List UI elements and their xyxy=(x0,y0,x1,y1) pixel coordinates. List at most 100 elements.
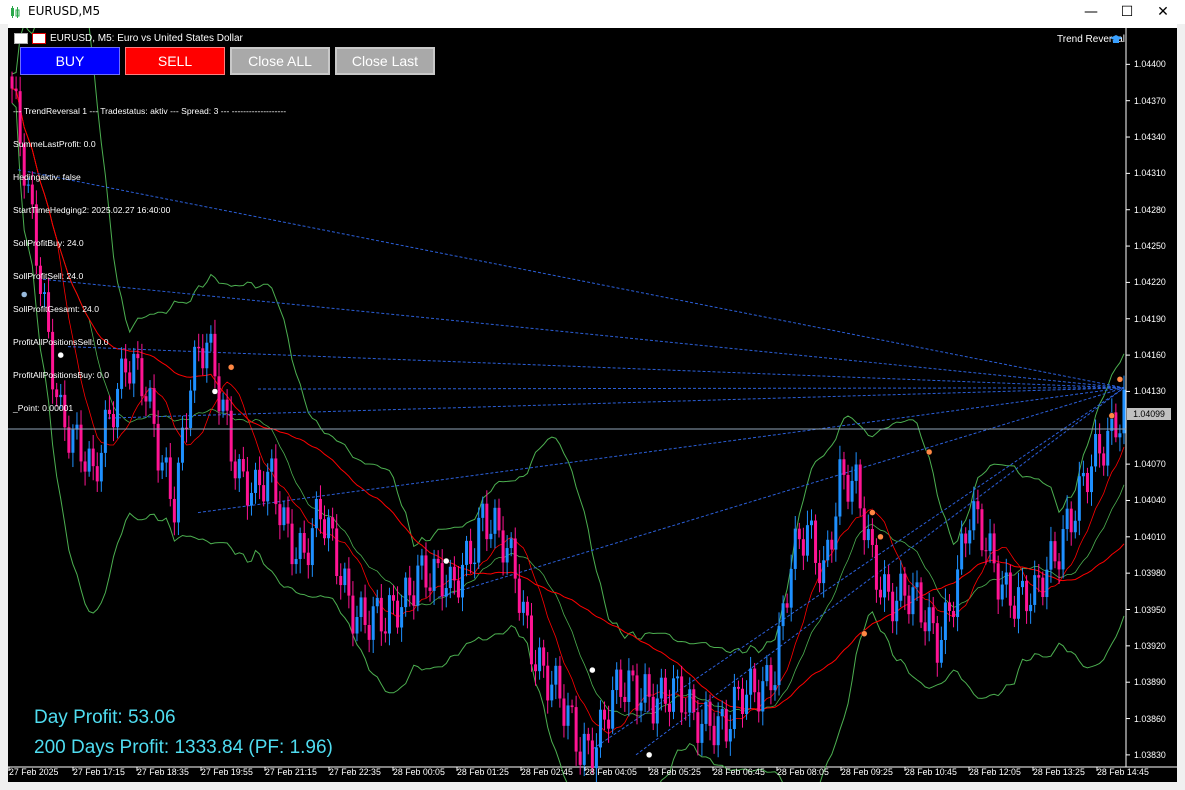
bull-candle xyxy=(866,529,870,541)
info-line: SollProfitBuy: 24.0 xyxy=(13,238,84,248)
bear-candle xyxy=(623,696,627,703)
bull-candle xyxy=(566,705,570,726)
bear-candle xyxy=(964,533,968,544)
price-chart[interactable]: EURUSD, M5: Euro vs United States Dollar… xyxy=(8,28,1177,782)
bear-candle xyxy=(318,498,322,520)
close-all-button[interactable]: Close ALL xyxy=(230,47,330,75)
bull-candle xyxy=(432,558,436,591)
bull-candle xyxy=(639,702,643,711)
bull-candle xyxy=(594,747,598,769)
bear-candle xyxy=(278,504,282,526)
price-tick-label: 1.03830 xyxy=(1134,749,1166,760)
bear-candle xyxy=(558,665,562,699)
price-tick-label: 1.04400 xyxy=(1134,59,1166,70)
bear-candle xyxy=(412,595,416,606)
symbol-header: EURUSD, M5: Euro vs United States Dollar xyxy=(14,33,243,44)
bull-candle xyxy=(1049,541,1053,570)
bull-candle xyxy=(160,462,164,471)
bear-candle xyxy=(501,530,505,563)
bear-candle xyxy=(586,733,590,741)
bear-candle xyxy=(976,501,980,510)
bull-candle xyxy=(266,471,270,502)
bull-candle xyxy=(355,617,359,634)
bull-candle xyxy=(988,533,992,551)
bear-candle xyxy=(1098,434,1102,454)
time-tick-label: 28 Feb 10:45 xyxy=(905,767,957,777)
bear-candle xyxy=(818,562,822,584)
bull-candle xyxy=(777,626,781,686)
time-tick-label: 28 Feb 09:25 xyxy=(841,767,893,777)
info-line: _Point: 0.00001 xyxy=(13,403,74,413)
time-tick-label: 28 Feb 05:25 xyxy=(649,767,701,777)
bull-candle xyxy=(509,538,513,549)
bear-candle xyxy=(91,448,95,467)
bear-candle xyxy=(1069,508,1073,533)
sell-button[interactable]: SELL xyxy=(125,47,225,75)
bull-candle xyxy=(550,684,554,701)
bear-candle xyxy=(647,674,651,697)
bear-candle xyxy=(396,600,400,628)
bear-candle xyxy=(83,461,87,472)
bear-candle xyxy=(814,520,818,563)
trend-line xyxy=(257,387,1125,390)
bear-candle xyxy=(469,540,473,565)
bull-candle xyxy=(164,457,168,463)
bear-candle xyxy=(1085,472,1089,493)
bear-candle xyxy=(335,528,339,577)
bull-candle xyxy=(700,723,704,743)
bull-candle xyxy=(927,607,931,632)
bear-candle xyxy=(980,509,984,551)
bear-candle xyxy=(708,701,712,726)
price-tick-label: 1.04040 xyxy=(1134,495,1166,506)
bull-candle xyxy=(834,516,838,550)
bear-candle xyxy=(542,647,546,666)
bull-candle xyxy=(968,530,972,544)
bull-candle xyxy=(1065,508,1069,530)
bear-candle xyxy=(525,601,529,616)
bull-candle xyxy=(477,517,481,563)
bear-candle xyxy=(1053,541,1057,562)
bear-candle xyxy=(1057,561,1061,570)
bull-candle xyxy=(99,452,103,482)
bull-candle xyxy=(1094,434,1098,467)
maximize-button[interactable]: ☐ xyxy=(1109,0,1145,24)
bull-candle xyxy=(343,568,347,586)
bear-candle xyxy=(603,709,607,720)
bull-candle xyxy=(420,555,424,566)
minimize-button[interactable]: — xyxy=(1073,0,1109,24)
bull-candle xyxy=(704,701,708,724)
table-icon xyxy=(14,33,28,44)
chart-type-icon xyxy=(32,33,46,44)
bear-candle xyxy=(290,523,294,565)
bear-candle xyxy=(339,576,343,586)
time-tick-label: 28 Feb 08:05 xyxy=(777,767,829,777)
symbol-description: EURUSD, M5: Euro vs United States Dollar xyxy=(50,33,243,44)
bear-candle xyxy=(590,740,594,769)
bull-candle xyxy=(375,597,379,607)
bear-candle xyxy=(456,580,460,598)
bull-candle xyxy=(400,607,404,628)
bull-candle xyxy=(615,669,619,691)
price-axis[interactable]: 1.04400 1.04370 1.04340 1.04310 1.04280 1.042… xyxy=(1126,28,1177,767)
close-last-button[interactable]: Close Last xyxy=(335,47,435,75)
bull-candle xyxy=(822,560,826,584)
bull-candle xyxy=(416,565,420,606)
bear-candle xyxy=(168,457,172,499)
price-tick-label: 1.03950 xyxy=(1134,604,1166,615)
bear-candle xyxy=(574,707,578,752)
bear-candle xyxy=(436,558,440,564)
buy-button[interactable]: BUY xyxy=(20,47,120,75)
bull-candle xyxy=(854,464,858,481)
bull-candle xyxy=(359,597,363,618)
close-window-button[interactable]: ✕ xyxy=(1145,0,1181,24)
trade-marker-icon xyxy=(925,448,933,456)
time-tick-label: 28 Feb 04:05 xyxy=(585,767,637,777)
bull-candle xyxy=(87,448,91,472)
bear-candle xyxy=(424,555,428,588)
bear-candle xyxy=(570,705,574,708)
trend-line xyxy=(197,387,1125,514)
bear-candle xyxy=(347,568,351,596)
bear-candle xyxy=(736,686,740,689)
bear-candle xyxy=(757,692,761,712)
bear-candle xyxy=(947,602,951,611)
